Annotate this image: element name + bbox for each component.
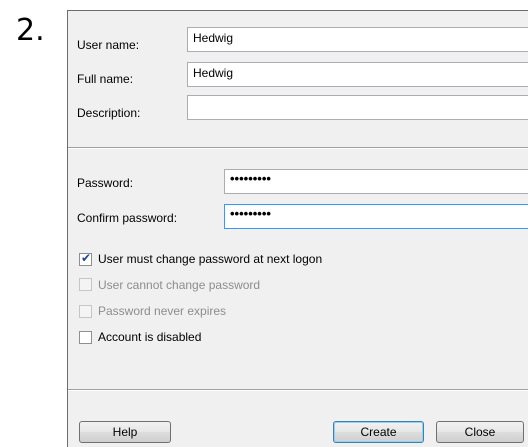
step-number: 2. [16,13,45,48]
separator-top [68,147,528,149]
must-change-password-checkbox[interactable]: ✔ [79,251,92,266]
description-label: Description: [77,106,141,120]
separator-bottom [68,389,528,391]
new-user-dialog: User name: Hedwig Full name: Hedwig Desc… [67,10,528,447]
close-button[interactable]: Close [436,421,524,443]
password-never-expires-checkbox[interactable] [79,305,92,318]
confirm-password-label: Confirm password: [77,211,178,225]
description-input[interactable] [187,95,528,120]
create-button[interactable]: Create [333,421,424,443]
password-label: Password: [77,176,134,190]
password-never-expires-label[interactable]: Password never expires [98,304,226,318]
cannot-change-password-label[interactable]: User cannot change password [98,278,260,292]
confirm-password-input[interactable]: ••••••••• [224,204,528,229]
account-disabled-checkbox[interactable] [79,331,92,344]
checkmark-icon: ✔ [81,251,92,265]
password-input[interactable]: ••••••••• [224,169,528,194]
user-name-label: User name: [77,38,140,52]
cannot-change-password-checkbox[interactable] [79,278,92,291]
user-name-input[interactable]: Hedwig [187,27,528,52]
full-name-label: Full name: [77,72,134,86]
must-change-password-label[interactable]: User must change password at next logon [98,252,322,266]
account-disabled-label[interactable]: Account is disabled [98,330,201,344]
full-name-input[interactable]: Hedwig [187,62,528,87]
help-button[interactable]: Help [79,421,171,443]
